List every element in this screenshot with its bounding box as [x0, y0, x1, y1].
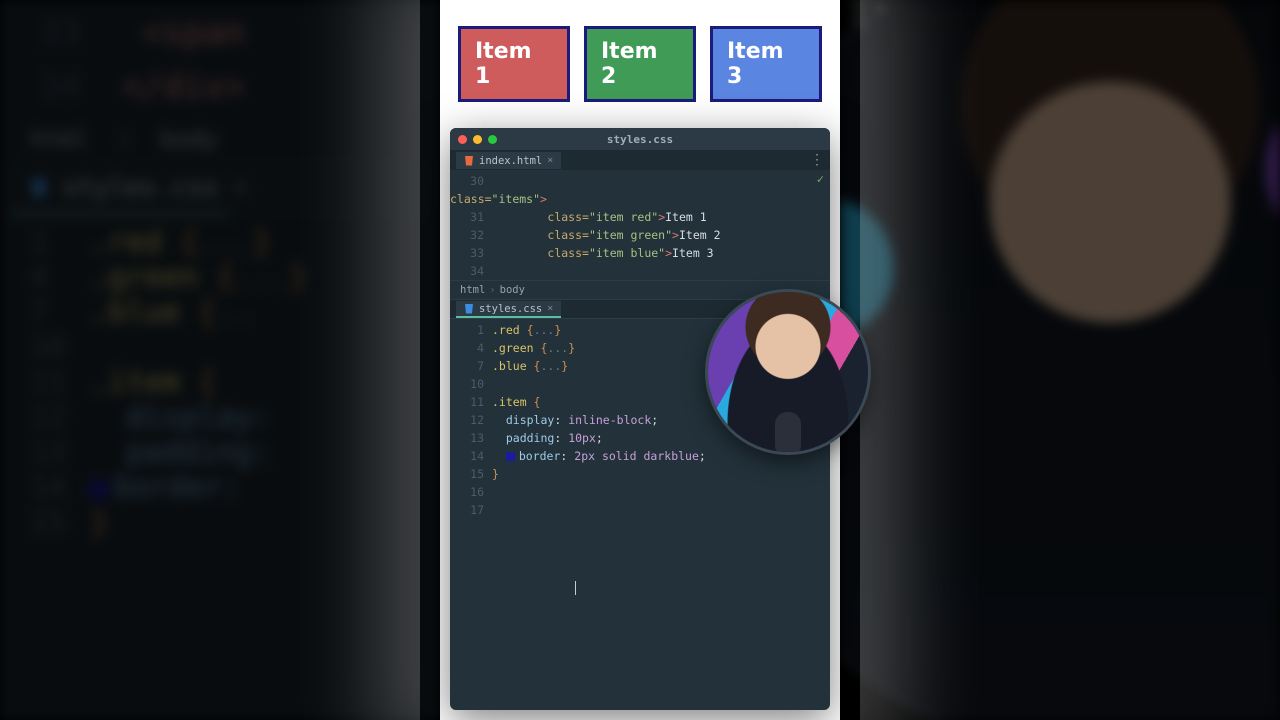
editor-tab-bar: index.html × ⋮	[450, 150, 830, 170]
code-line[interactable]: 31 class="item red">Item 1	[450, 208, 830, 226]
webcam-overlay	[708, 292, 868, 452]
lint-ok-icon: ✓	[817, 172, 824, 186]
bg-code-fragment: </div>	[122, 67, 245, 107]
bg-right-webcam: Item 3</span>	[840, 0, 1280, 720]
bg-breadcrumb-item: html	[30, 125, 88, 153]
preview-item-blue: Item 3	[710, 26, 822, 102]
bg-left-editor: 33 <span 34 </div> html › body styles.cs…	[0, 0, 440, 720]
browser-preview: Item 1 Item 2 Item 3	[440, 0, 840, 124]
code-line[interactable]: 15}	[450, 465, 830, 483]
code-line[interactable]: 33 class="item blue">Item 3	[450, 244, 830, 262]
css-file-icon	[30, 179, 48, 197]
css-file-icon	[464, 304, 474, 314]
code-line[interactable]: 30 class="items">	[450, 172, 830, 208]
close-icon[interactable]: ×	[547, 303, 553, 314]
preview-item-red: Item 1	[458, 26, 570, 102]
code-line[interactable]: 34	[450, 262, 830, 280]
text-cursor	[450, 579, 830, 597]
html-code-pane[interactable]: ✓ 30 class="items">31 class="item red">I…	[450, 170, 830, 280]
microphone-icon	[775, 412, 801, 452]
bg-breadcrumb-item: body	[160, 125, 218, 153]
window-titlebar[interactable]: styles.css	[450, 128, 830, 150]
html-file-icon	[464, 156, 474, 166]
code-line[interactable]: 32 class="item green">Item 2	[450, 226, 830, 244]
tab-overflow-icon[interactable]: ⋮	[810, 152, 824, 168]
close-icon[interactable]: ×	[547, 155, 553, 166]
bg-tab-label: styles.css	[62, 173, 219, 203]
tab-label: styles.css	[479, 303, 542, 315]
bg-line-number: 33	[40, 13, 81, 53]
breadcrumb-item[interactable]: body	[500, 284, 525, 296]
code-line[interactable]: 16	[450, 483, 830, 501]
code-line[interactable]: 17	[450, 501, 830, 519]
tab-label: index.html	[479, 155, 542, 167]
bg-webcam-circle	[840, 0, 1280, 720]
breadcrumb-item[interactable]: html	[460, 284, 485, 296]
phone-viewport: Item 1 Item 2 Item 3 styles.css index.ht…	[440, 0, 840, 720]
tab-styles-css[interactable]: styles.css ×	[456, 301, 561, 318]
bg-code-fragment: <span	[142, 13, 244, 53]
window-title: styles.css	[450, 133, 830, 146]
bg-line-number: 34	[40, 67, 81, 107]
tab-index-html[interactable]: index.html ×	[456, 152, 561, 169]
bg-tab-bar: styles.css ×	[0, 163, 440, 213]
preview-item-green: Item 2	[584, 26, 696, 102]
